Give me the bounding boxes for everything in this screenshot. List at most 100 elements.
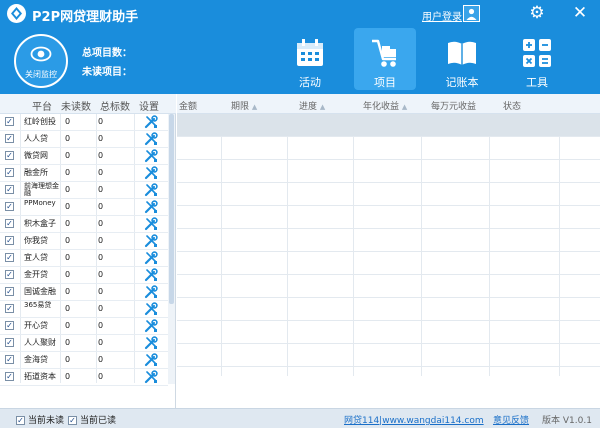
platform-unread-count: 0 <box>65 134 71 143</box>
platform-settings-icon[interactable] <box>144 132 158 149</box>
grid-row[interactable] <box>177 229 600 252</box>
platform-row[interactable]: ✓ 人人贷 0 0 <box>0 131 168 148</box>
show-read-checkbox[interactable]: ✓ 当前已读 <box>68 413 116 426</box>
platform-row[interactable]: ✓ 红岭创投 0 0 <box>0 114 168 131</box>
grid-row[interactable] <box>177 114 600 137</box>
nav-projects[interactable]: 项目 <box>354 28 416 90</box>
platform-row[interactable]: ✓ 积木盒子 0 0 <box>0 216 168 233</box>
platform-row[interactable]: ✓ 365易贷 0 0 <box>0 301 168 318</box>
project-grid-panel: 金额 期限 ▲ 进度 ▲ 年化收益 ▲ 每万元收益 状态 <box>177 94 600 408</box>
platform-checkbox[interactable]: ✓ <box>5 355 14 364</box>
platform-checkbox[interactable]: ✓ <box>5 151 14 160</box>
platform-settings-icon[interactable] <box>144 370 158 387</box>
unread-projects-label: 未读项目： <box>82 67 132 78</box>
platform-settings-icon[interactable] <box>144 217 158 234</box>
website-link[interactable]: 网贷114|www.wangdai114.com <box>344 413 484 426</box>
platform-settings-icon[interactable] <box>144 200 158 217</box>
platform-name: 前海理想金融 <box>24 182 59 197</box>
close-icon[interactable]: ✕ <box>570 3 590 23</box>
col-status[interactable]: 状态 <box>503 99 521 112</box>
grid-row[interactable] <box>177 275 600 298</box>
calendar-icon <box>297 39 323 66</box>
version-label: 版本 V1.0.1 <box>542 416 592 426</box>
platform-unread-count: 0 <box>65 117 71 126</box>
platform-list-header: 平台 未读数 总标数 设置 <box>0 94 176 114</box>
nav-activity[interactable]: 活动 <box>279 28 341 90</box>
platform-row[interactable]: ✓ 人人聚财 0 0 <box>0 335 168 352</box>
show-unread-checkbox[interactable]: ✓ 当前未读 <box>16 413 64 426</box>
platform-settings-icon[interactable] <box>144 234 158 251</box>
platform-row[interactable]: ✓ 微贷网 0 0 <box>0 148 168 165</box>
platform-row[interactable]: ✓ 金开贷 0 0 <box>0 267 168 284</box>
grid-row[interactable] <box>177 206 600 229</box>
platform-settings-icon[interactable] <box>144 285 158 302</box>
platform-settings-icon[interactable] <box>144 166 158 183</box>
login-link[interactable]: 用户登录 <box>422 8 462 23</box>
nav-ledger[interactable]: 记账本 <box>431 28 493 90</box>
grid-row[interactable] <box>177 252 600 275</box>
grid-row[interactable] <box>177 160 600 183</box>
settings-gear-icon[interactable]: ⚙ <box>527 3 547 23</box>
grid-row[interactable] <box>177 137 600 160</box>
col-term-label: 期限 <box>231 102 250 112</box>
platform-checkbox[interactable]: ✓ <box>5 219 14 228</box>
platform-checkbox[interactable]: ✓ <box>5 338 14 347</box>
platform-row[interactable]: ✓ PPMoney 0 0 <box>0 199 168 216</box>
platform-name: 积木盒子 <box>24 219 56 228</box>
platform-settings-icon[interactable] <box>144 115 158 132</box>
platform-total-count: 0 <box>98 151 104 160</box>
platform-list-panel: 平台 未读数 总标数 设置 ✓ 红岭创投 0 0 ✓ 人人贷 0 0 ✓ 微贷网 0 0 ✓ 融金所 0 0 ✓… <box>0 94 176 408</box>
platform-checkbox[interactable]: ✓ <box>5 304 14 313</box>
platform-checkbox[interactable]: ✓ <box>5 168 14 177</box>
platform-settings-icon[interactable] <box>144 183 158 200</box>
platform-settings-icon[interactable] <box>144 268 158 285</box>
platform-checkbox[interactable]: ✓ <box>5 236 14 245</box>
platform-total-count: 0 <box>98 219 104 228</box>
platform-row[interactable]: ✓ 前海理想金融 0 0 <box>0 182 168 199</box>
platform-checkbox[interactable]: ✓ <box>5 117 14 126</box>
platform-row[interactable]: ✓ 融金所 0 0 <box>0 165 168 182</box>
grid-row[interactable] <box>177 298 600 321</box>
col-amount[interactable]: 金额 <box>179 99 197 112</box>
platform-settings-icon[interactable] <box>144 251 158 268</box>
feedback-link[interactable]: 意见反馈 <box>493 413 529 426</box>
platform-row[interactable]: ✓ 你我贷 0 0 <box>0 233 168 250</box>
col-term[interactable]: 期限 ▲ <box>231 99 257 112</box>
platform-checkbox[interactable]: ✓ <box>5 185 14 194</box>
platform-row[interactable]: ✓ 金海贷 0 0 <box>0 352 168 369</box>
platform-checkbox[interactable]: ✓ <box>5 372 14 381</box>
status-bar: ✓ 当前未读 ✓ 当前已读 网贷114|www.wangdai114.com 意见反… <box>0 408 600 428</box>
monitor-toggle-button[interactable]: 关闭监控 <box>14 34 68 88</box>
platform-row[interactable]: ✓ 宜人贷 0 0 <box>0 250 168 267</box>
grid-row[interactable] <box>177 344 600 367</box>
platform-settings-icon[interactable] <box>144 149 158 166</box>
platform-list-scrollbar[interactable] <box>168 114 175 384</box>
platform-checkbox[interactable]: ✓ <box>5 321 14 330</box>
platform-settings-icon[interactable] <box>144 336 158 353</box>
platform-unread-count: 0 <box>65 270 71 279</box>
nav-tools[interactable]: 工具 <box>506 28 568 90</box>
user-avatar-icon[interactable] <box>463 5 480 22</box>
col-rate[interactable]: 年化收益 ▲ <box>363 99 407 112</box>
platform-checkbox[interactable]: ✓ <box>5 253 14 262</box>
nav-activity-label: 活动 <box>299 76 321 89</box>
platform-name: 365易贷 <box>24 301 52 309</box>
grid-row[interactable] <box>177 183 600 206</box>
platform-checkbox[interactable]: ✓ <box>5 202 14 211</box>
platform-settings-icon[interactable] <box>144 302 158 319</box>
platform-row[interactable]: ✓ 拓道资本 0 0 <box>0 369 168 386</box>
col-progress[interactable]: 进度 ▲ <box>299 99 325 112</box>
sort-arrow-icon: ▲ <box>251 103 258 111</box>
monitor-toggle-label: 关闭监控 <box>25 70 57 79</box>
platform-settings-icon[interactable] <box>144 319 158 336</box>
platform-row[interactable]: ✓ 国诚金融 0 0 <box>0 284 168 301</box>
platform-checkbox[interactable]: ✓ <box>5 270 14 279</box>
platform-row[interactable]: ✓ 开心贷 0 0 <box>0 318 168 335</box>
platform-checkbox[interactable]: ✓ <box>5 287 14 296</box>
scrollbar-thumb[interactable] <box>169 114 174 304</box>
col-per-10k[interactable]: 每万元收益 <box>431 99 476 112</box>
platform-unread-count: 0 <box>65 338 71 347</box>
platform-checkbox[interactable]: ✓ <box>5 134 14 143</box>
platform-settings-icon[interactable] <box>144 353 158 370</box>
grid-row[interactable] <box>177 321 600 344</box>
